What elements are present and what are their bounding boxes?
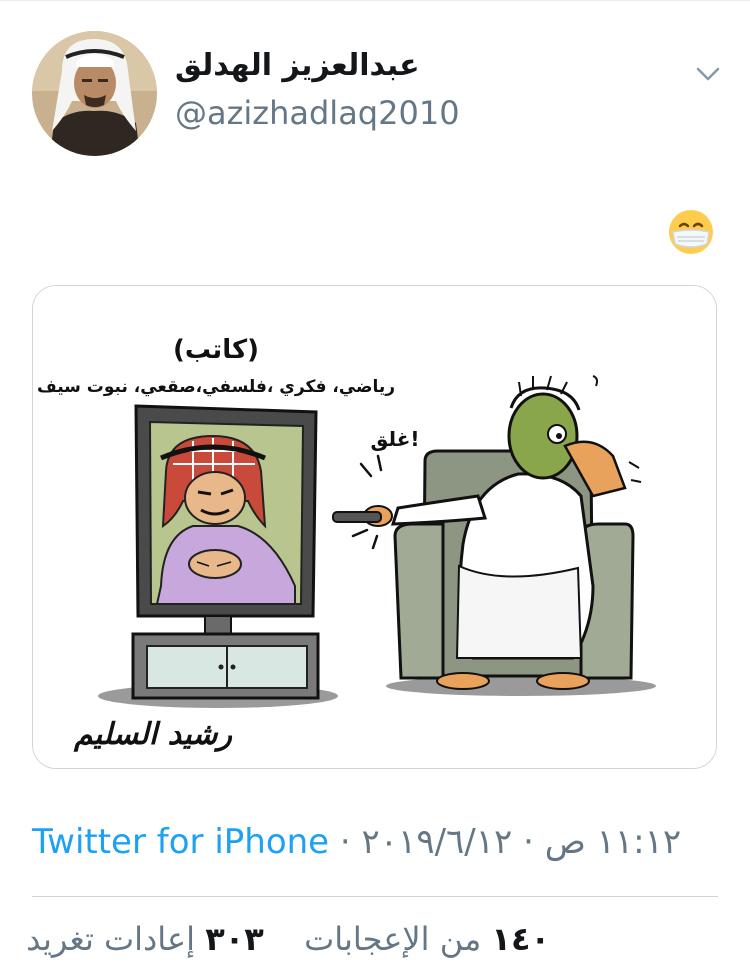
cartoon-speech-text: غلق! (371, 427, 420, 451)
avatar-photo (32, 31, 157, 156)
tweet-meta-line: Twitter for iPhone · ٢٠١٩/٦/١٢ · ١١:١٢ ص (32, 822, 718, 862)
retweets-label: إعادات تغريد (26, 920, 196, 958)
likes-stat[interactable]: ١٤٠ من الإعجابات (294, 920, 550, 958)
tweet-time: ١١:١٢ ص (544, 822, 682, 862)
cartoon-image: (كاتب) رياضي، فكري ،فلسفي،صقعي، نبوت سيف (33, 286, 716, 768)
top-divider (0, 0, 750, 1)
likes-label: من الإعجابات (304, 920, 482, 958)
tweet-media-card[interactable]: (كاتب) رياضي، فكري ،فلسفي،صقعي، نبوت سيف (32, 285, 717, 769)
tweet-stats: ١٤٠ من الإعجابات ٣٠٣ إعادات تغريد (26, 920, 550, 958)
chevron-down-icon[interactable] (693, 60, 723, 88)
tweet-date: ٢٠١٩/٦/١٢ (361, 822, 513, 862)
author-display-name[interactable]: عبدالعزيز الهدلق (175, 48, 420, 83)
meta-separator: · (523, 822, 534, 862)
retweets-stat[interactable]: ٣٠٣ إعادات تغريد (26, 920, 264, 958)
tweet-source-link[interactable]: Twitter for iPhone (32, 822, 329, 862)
author-avatar[interactable] (32, 31, 157, 156)
cartoon-caption-subtitle: رياضي، فكري ،فلسفي،صقعي، نبوت سيف (37, 377, 395, 397)
author-handle[interactable]: @azizhadlaq2010 (175, 94, 460, 132)
cartoon-signature: رشيد السليم (73, 717, 233, 752)
cartoon-caption-title: (كاتب) (173, 335, 259, 365)
meta-separator: · (339, 822, 351, 862)
retweets-count: ٣٠٣ (205, 920, 264, 958)
stats-divider (32, 896, 718, 897)
likes-count: ١٤٠ (491, 920, 550, 958)
medical-mask-emoji-icon (667, 208, 715, 256)
